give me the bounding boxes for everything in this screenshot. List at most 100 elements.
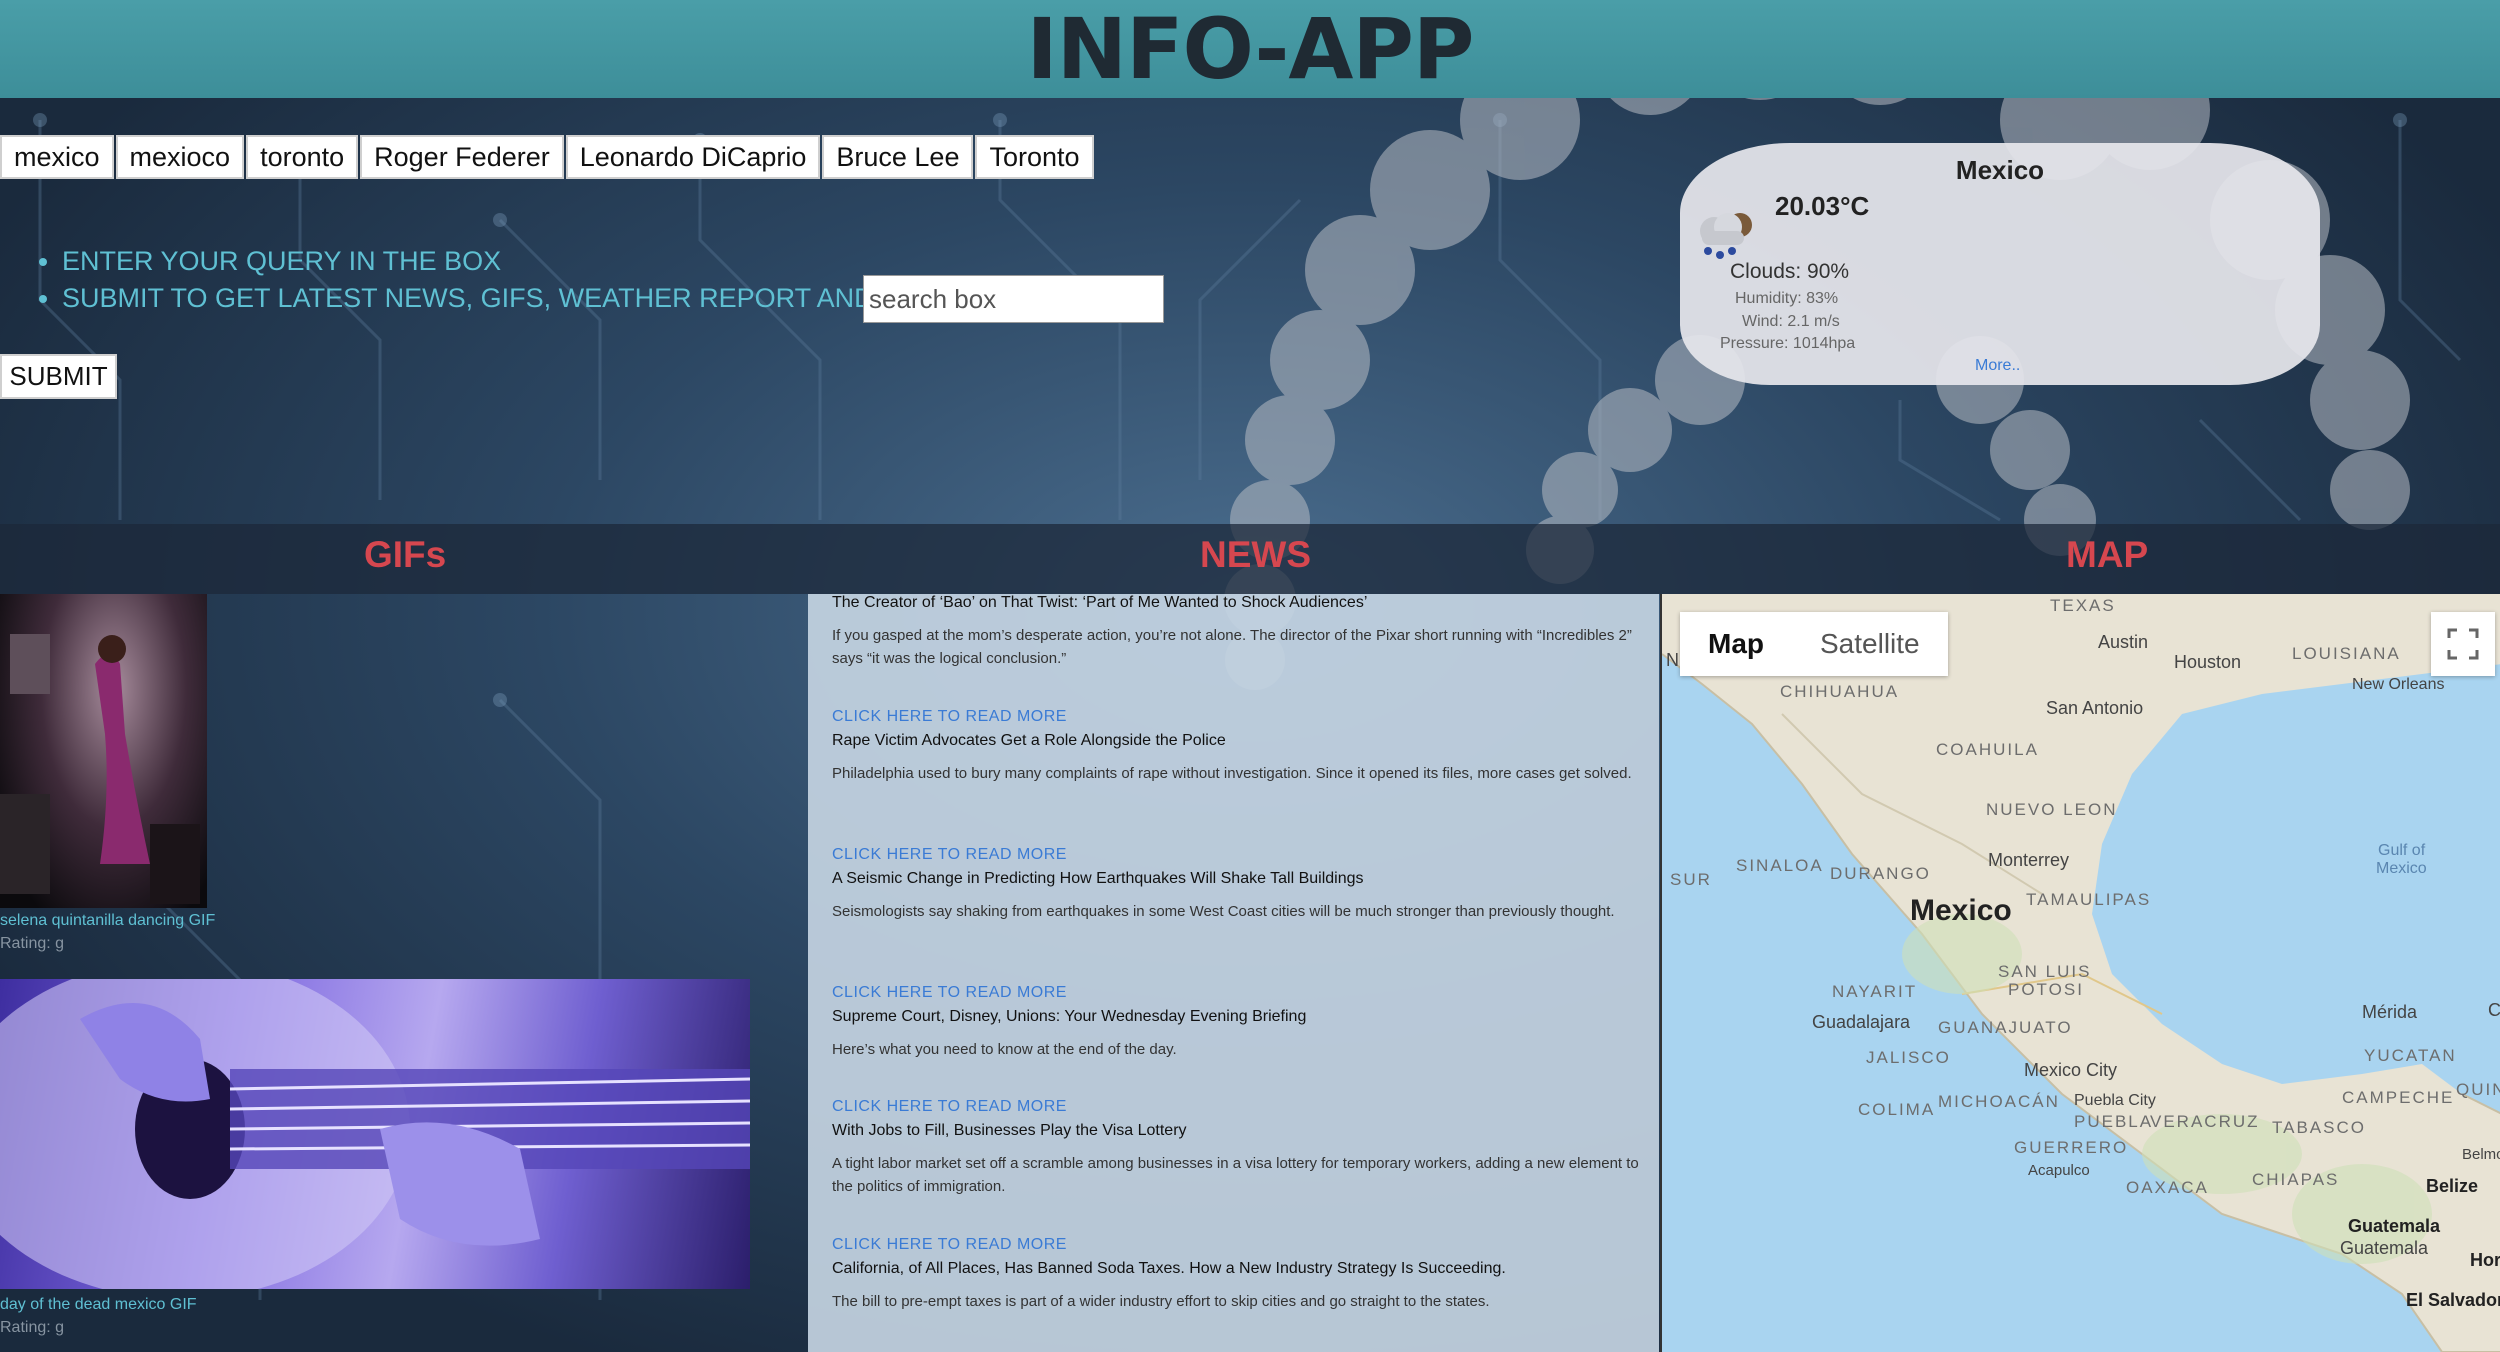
news-title: A Seismic Change in Predicting How Earth… (832, 870, 1364, 887)
news-abstract: Seismologists say shaking from earthquak… (832, 903, 1615, 920)
fullscreen-icon (2447, 628, 2479, 660)
gif-caption[interactable]: selena quintanilla dancing GIF (0, 912, 215, 930)
gif-rating: Rating: g (0, 1319, 65, 1336)
weather-humidity: Humidity: 83% (1735, 290, 1839, 307)
map-label: Gulf of (2378, 842, 2426, 859)
map-label: NUEVO LEON (1986, 800, 2118, 819)
map-label: Acapulco (2028, 1162, 2090, 1179)
map-label: TEXAS (2050, 596, 2116, 615)
map-label: NAYARIT (1832, 982, 1918, 1001)
news-column: The Creator of ‘Bao’ on That Twist: ‘Par… (808, 594, 1659, 1352)
news-abstract: A tight labor market set off a scramble … (832, 1155, 1639, 1195)
news-item: CLICK HERE TO READ MORE Supreme Court, D… (832, 984, 1642, 1061)
gif-caption[interactable]: day of the dead mexico GIF (0, 1296, 197, 1314)
map-heading: MAP (2066, 534, 2149, 575)
map-label: QUIN (2456, 1080, 2500, 1099)
news-abstract: Philadelphia used to bury many complaint… (832, 765, 1632, 782)
map-type-satellite-button[interactable]: Satellite (1792, 612, 1948, 676)
map-label: CHIAPAS (2252, 1170, 2340, 1189)
weather-card: Mexico 20.03°C Clouds: 90% Humidity: 83%… (1680, 143, 2320, 385)
map-label: SUR (1670, 870, 1712, 889)
search-history: mexico mexioco toronto Roger Federer Leo… (0, 135, 1096, 179)
weather-temperature: 20.03°C (1775, 191, 1870, 221)
weather-clouds: Clouds: 90% (1730, 260, 1850, 283)
map-label: TAMAULIPAS (2026, 890, 2152, 909)
news-title: With Jobs to Fill, Businesses Play the V… (832, 1122, 1187, 1139)
map-label: Monterrey (1988, 850, 2070, 870)
history-button-mexico[interactable]: mexico (0, 135, 114, 179)
fullscreen-button[interactable] (2431, 612, 2495, 676)
history-button-toronto[interactable]: Toronto (975, 135, 1094, 179)
news-title: Rape Victim Advocates Get a Role Alongsi… (832, 732, 1226, 749)
map-label: GUANAJUATO (1938, 1018, 2073, 1037)
map-label: POTOSI (2008, 980, 2084, 999)
map-label: New Orleans (2352, 676, 2445, 693)
map-label: PUEBLA (2074, 1112, 2154, 1131)
submit-button[interactable]: SUBMIT (0, 354, 117, 399)
news-title: The Creator of ‘Bao’ on That Twist: ‘Par… (832, 594, 1368, 611)
news-abstract: The bill to pre-empt taxes is part of a … (832, 1293, 1490, 1310)
rain-cloud-icon (1700, 213, 1752, 259)
news-item: The Creator of ‘Bao’ on That Twist: ‘Par… (832, 594, 1642, 670)
history-button-toronto-lower[interactable]: toronto (246, 135, 359, 179)
news-item: CLICK HERE TO READ MORE With Jobs to Fil… (832, 1098, 1642, 1198)
map-label: JALISCO (1866, 1048, 1951, 1067)
map-label: Belize (2426, 1176, 2479, 1196)
instruction-submit: SUBMIT TO GET LATEST NEWS, GIFS, WEATHER… (62, 280, 940, 317)
map-label: Guadalajara (1812, 1012, 1911, 1032)
map-label: San Antonio (2046, 698, 2144, 718)
gif-rating: Rating: g (0, 935, 65, 952)
map-label: Mexico (2376, 860, 2427, 877)
weather-more-link[interactable]: More.. (1975, 357, 2020, 375)
map-label: Guatemala (2340, 1238, 2429, 1258)
map-label: VERACRUZ (2150, 1112, 2260, 1131)
news-title: Supreme Court, Disney, Unions: Your Wedn… (832, 1008, 1307, 1025)
read-more-link[interactable]: CLICK HERE TO READ MORE (832, 846, 1642, 864)
map-label: Hor (2470, 1250, 2500, 1270)
read-more-link[interactable]: CLICK HERE TO READ MORE (832, 1098, 1642, 1116)
news-item: CLICK HERE TO READ MORE A Seismic Change… (832, 846, 1642, 923)
map-label: TABASCO (2272, 1118, 2366, 1137)
map-label: LOUISIANA (2292, 644, 2401, 663)
map-label: Mexico City (2024, 1060, 2118, 1080)
map-label: SAN LUIS (1998, 962, 2092, 981)
map-label: COLIMA (1858, 1100, 1936, 1119)
map-label: COAHUILA (1936, 740, 2039, 759)
map-label: Houston (2174, 652, 2242, 672)
map-label: DURANGO (1830, 864, 1931, 883)
app-header: INFO-APP (0, 0, 2500, 98)
gifs-heading: GIFs (364, 534, 447, 575)
history-button-mexioco[interactable]: mexioco (115, 135, 245, 179)
map-type-control: Map Satellite (1680, 612, 1948, 676)
history-button-bruce-lee[interactable]: Bruce Lee (822, 135, 974, 179)
map-label: YUCATAN (2364, 1046, 2457, 1065)
weather-wind: Wind: 2.1 m/s (1742, 313, 1840, 330)
app-title: INFO-APP (1026, 0, 1475, 98)
gifs-column: selena quintanilla dancing GIF Rating: g… (0, 594, 800, 1352)
map-label: Austin (2098, 632, 2149, 652)
map-label: OAXACA (2126, 1178, 2209, 1197)
weather-city: Mexico (1955, 155, 2045, 185)
map-label: GUERRERO (2014, 1138, 2129, 1157)
history-button-roger-federer[interactable]: Roger Federer (360, 135, 564, 179)
news-heading: NEWS (1200, 534, 1311, 575)
map-type-map-button[interactable]: Map (1680, 612, 1792, 676)
gif-image-dancing[interactable] (0, 594, 207, 908)
news-item: CLICK HERE TO READ MORE Rape Victim Advo… (832, 708, 1642, 785)
read-more-link[interactable]: CLICK HERE TO READ MORE (832, 708, 1642, 726)
search-input[interactable] (863, 275, 1164, 323)
gif-image-guitar[interactable] (0, 979, 750, 1289)
map-label: Guatemala (2348, 1216, 2441, 1236)
history-button-leonardo-dicaprio[interactable]: Leonardo DiCaprio (565, 135, 821, 179)
read-more-link[interactable]: CLICK HERE TO READ MORE (832, 984, 1642, 1002)
instructions-list: ENTER YOUR QUERY IN THE BOX SUBMIT TO GE… (30, 243, 940, 317)
read-more-link[interactable]: CLICK HERE TO READ MORE (832, 1236, 1642, 1254)
map-label: SINALOA (1736, 856, 1824, 875)
map-label: Puebla City (2074, 1092, 2156, 1109)
weather-pressure: Pressure: 1014hpa (1720, 335, 1856, 352)
map-label: CAMPECHE (2342, 1088, 2455, 1107)
news-abstract: If you gasped at the mom’s desperate act… (832, 627, 1632, 667)
map-label: CHIHUAHUA (1780, 682, 1900, 701)
map-panel[interactable]: Map Satellite TEXAS Austin Houston LOUIS… (1660, 594, 2500, 1352)
map-label: MICHOACÁN (1938, 1092, 2060, 1111)
